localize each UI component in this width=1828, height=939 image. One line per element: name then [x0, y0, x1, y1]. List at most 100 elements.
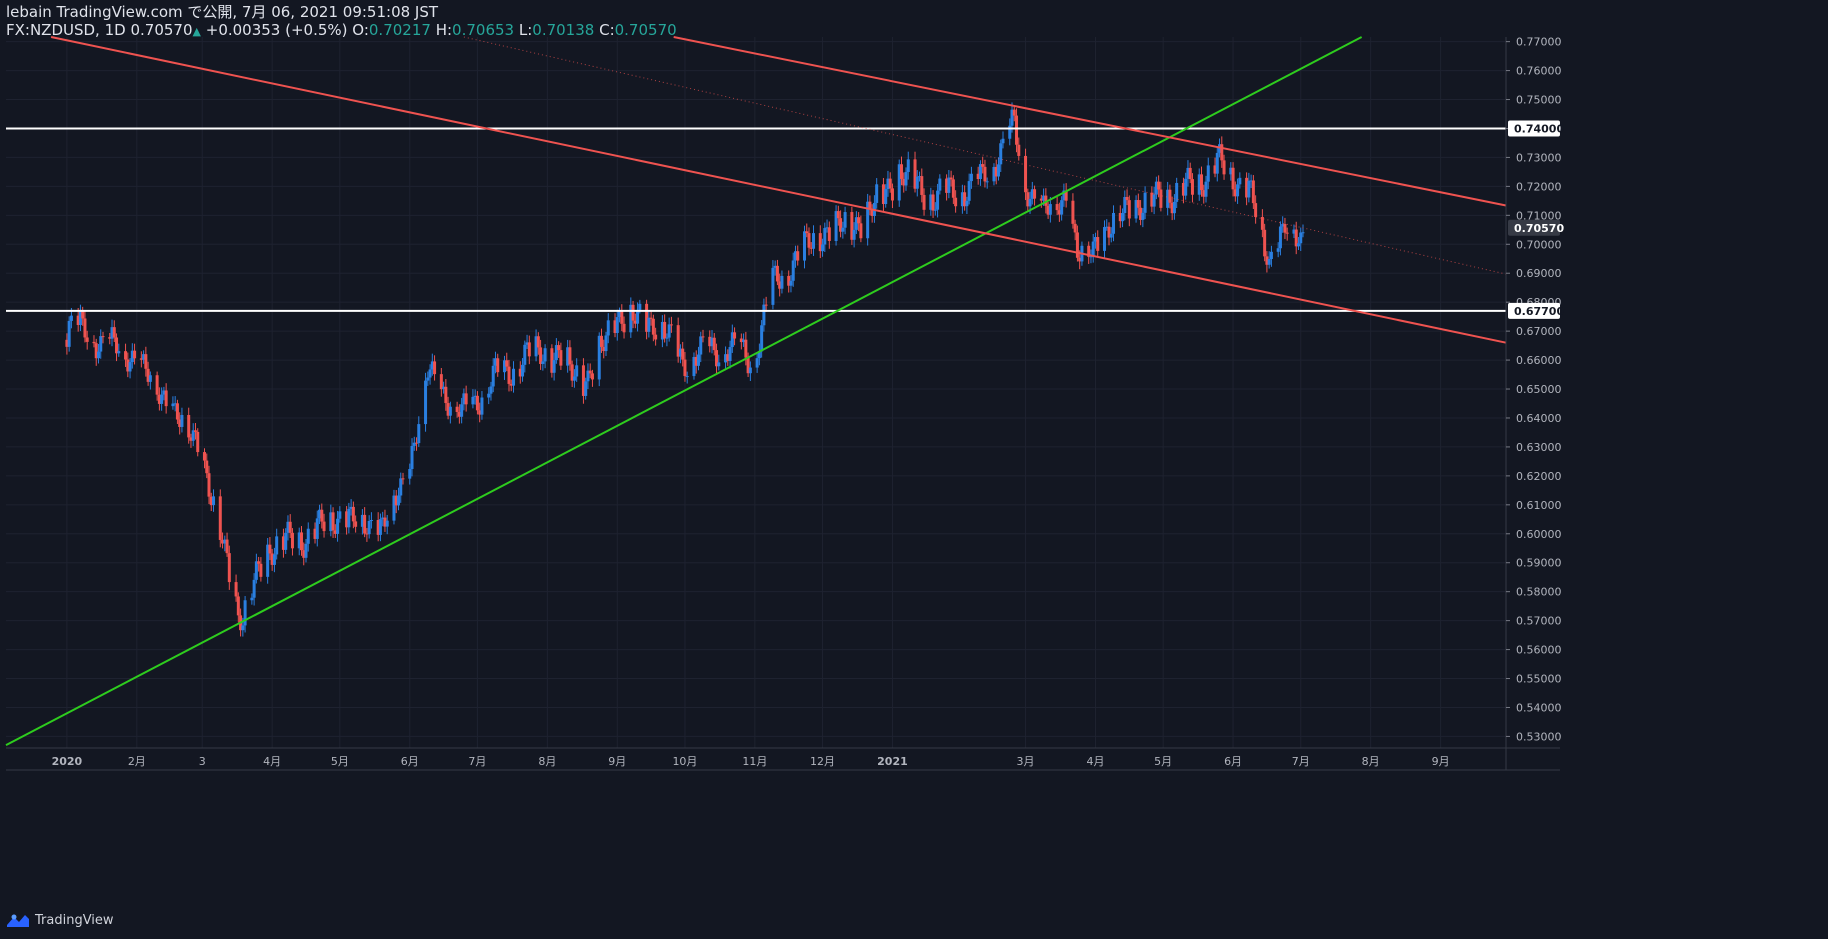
candle-body: [647, 317, 651, 332]
candle-body: [369, 520, 373, 522]
candle-body: [1220, 144, 1224, 161]
x-tick-label: 7月: [1292, 755, 1310, 768]
candle-body: [744, 339, 748, 358]
candle-body: [272, 554, 276, 565]
candle-body: [1283, 224, 1287, 233]
candle-body: [1015, 115, 1019, 145]
channel-bottom-trend-line[interactable]: [50, 36, 1507, 344]
candle-body: [1251, 180, 1255, 204]
candle-body: [1033, 189, 1037, 199]
candle-body: [1157, 181, 1161, 190]
candle-body: [290, 532, 294, 549]
candle-body: [999, 143, 1003, 165]
x-tick-label: 8月: [538, 755, 556, 768]
x-tick-label: 7月: [468, 755, 486, 768]
candle-body: [187, 414, 191, 438]
support-trend-line[interactable]: [5, 36, 1363, 746]
candle-body: [915, 176, 919, 189]
candle-body: [1125, 196, 1129, 201]
candle-body: [1204, 181, 1208, 197]
x-tick-label: 12月: [810, 755, 835, 768]
candle-body: [1267, 259, 1271, 265]
candle-body: [683, 359, 687, 377]
candle-body: [241, 625, 245, 631]
channel-midline[interactable]: [463, 36, 1507, 275]
x-tick-label: 8月: [1362, 755, 1380, 768]
candle-body: [160, 394, 164, 404]
candle-body: [259, 563, 263, 577]
candle-body: [1159, 189, 1163, 208]
candle-body: [112, 327, 116, 338]
axes: 0.77000 0.76000 0.75000 0.74000 0.73000 0.720…: [6, 36, 1564, 771]
candle-body: [669, 324, 673, 326]
candle-body: [521, 364, 525, 377]
candle-body: [489, 386, 493, 394]
candle-body: [1075, 232, 1079, 258]
candle-body: [1028, 198, 1032, 207]
candle-body: [836, 211, 840, 219]
candle-body: [424, 380, 428, 425]
y-tick-label: 0.70000: [1516, 238, 1562, 251]
candle-body: [205, 460, 209, 474]
tradingview-branding[interactable]: TradingView: [6, 910, 114, 930]
candle-body: [807, 233, 811, 248]
candle-body: [823, 228, 827, 245]
candle-body: [399, 478, 403, 496]
candle-body: [306, 528, 310, 544]
candle-body: [748, 367, 752, 374]
y-tick-label: 0.75000: [1516, 94, 1562, 107]
candle-body: [1238, 177, 1242, 185]
candle-body: [124, 351, 128, 360]
candle-body: [852, 229, 856, 240]
candle-body: [378, 519, 382, 535]
candle-body: [620, 311, 624, 324]
candle-body: [1278, 226, 1282, 249]
candle-body: [728, 347, 732, 362]
candle-body: [888, 178, 892, 189]
candle-body: [1188, 167, 1192, 180]
candle-body: [663, 321, 667, 339]
y-tick-label: 0.63000: [1516, 441, 1562, 454]
y-tick-label: 0.59000: [1516, 557, 1562, 570]
candle-body: [841, 227, 845, 232]
candle-body: [101, 336, 105, 338]
y-tick-label: 0.61000: [1516, 499, 1562, 512]
candle-body: [417, 424, 421, 444]
candle-body: [904, 172, 908, 186]
x-tick-label: 2月: [128, 755, 146, 768]
candle-body: [320, 509, 324, 522]
channel-top-trend-line[interactable]: [673, 36, 1507, 207]
candle-body: [649, 317, 653, 319]
candle-body: [805, 231, 809, 234]
candle-body: [1296, 243, 1300, 247]
candle-body: [969, 173, 973, 182]
candle-body: [1172, 201, 1176, 214]
candle-body: [464, 393, 468, 405]
y-tick-label: 0.69000: [1516, 267, 1562, 280]
level-price-label: 0.74000: [1514, 122, 1564, 135]
candle-body: [665, 337, 669, 339]
y-tick-label: 0.76000: [1516, 65, 1562, 78]
candle-body: [212, 496, 216, 506]
candle-body: [536, 336, 540, 348]
x-tick-label: 5月: [331, 755, 349, 768]
candle-body: [1269, 251, 1273, 260]
candle-body: [155, 375, 159, 395]
candle-body: [938, 178, 942, 191]
candle-body: [1285, 232, 1289, 234]
candle-body: [791, 260, 795, 281]
candle-body: [396, 495, 400, 506]
candle-body: [1199, 174, 1203, 191]
candle-body: [250, 597, 254, 601]
candle-body: [1102, 227, 1106, 251]
price-chart[interactable]: 0.77000 0.76000 0.75000 0.74000 0.73000 0.720…: [0, 0, 1828, 939]
candle-body: [99, 336, 103, 352]
candle-body: [681, 348, 685, 360]
candle-body: [1112, 212, 1116, 234]
candle-body: [268, 544, 272, 554]
candle-body: [175, 403, 179, 420]
candle-body: [1247, 180, 1251, 198]
candle-body: [257, 561, 261, 564]
candle-body: [196, 431, 200, 453]
candle-body: [254, 561, 258, 580]
